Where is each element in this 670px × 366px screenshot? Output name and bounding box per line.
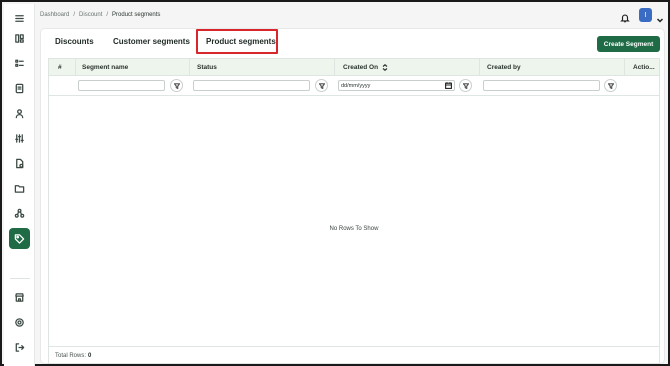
logout-icon[interactable] xyxy=(9,337,30,358)
file-icon[interactable] xyxy=(9,153,30,174)
settings-icon[interactable] xyxy=(9,312,30,333)
top-bar: Dashboard / Discount / Product segments I xyxy=(35,4,670,28)
app-frame: Dashboard / Discount / Product segments I Di… xyxy=(0,0,670,366)
tab-bar: Discounts Customer segments Product segm… xyxy=(41,29,664,57)
dashboard-icon[interactable] xyxy=(9,28,30,49)
sliders-icon[interactable] xyxy=(9,128,30,149)
created-by-filter-input[interactable] xyxy=(483,80,600,91)
breadcrumb-current: Product segments xyxy=(112,12,161,18)
avatar[interactable]: I xyxy=(639,8,652,22)
filter-icon[interactable] xyxy=(170,79,183,92)
breadcrumb-dashboard[interactable]: Dashboard xyxy=(40,12,69,18)
menu-icon[interactable] xyxy=(9,8,30,29)
bell-icon[interactable] xyxy=(620,10,630,23)
tab-customer-segments[interactable]: Customer segments xyxy=(113,37,190,46)
filter-row: dd/mm/yyyy xyxy=(49,76,659,96)
column-header-created-by[interactable]: Created by xyxy=(487,59,521,76)
store-icon[interactable] xyxy=(9,287,30,308)
chevron-down-icon[interactable] xyxy=(656,11,664,23)
filter-icon[interactable] xyxy=(459,79,472,92)
main-card: Discounts Customer segments Product segm… xyxy=(40,28,665,364)
created-on-date-input[interactable]: dd/mm/yyyy xyxy=(338,80,455,91)
breadcrumb-separator: / xyxy=(73,12,76,18)
column-header-index[interactable]: # xyxy=(58,59,62,76)
sidebar xyxy=(4,4,35,366)
folder-icon[interactable] xyxy=(9,178,30,199)
create-segment-button[interactable]: Create Segment xyxy=(597,36,660,52)
tag-icon[interactable] xyxy=(9,228,30,249)
breadcrumb: Dashboard / Discount / Product segments xyxy=(40,12,160,18)
customers-icon[interactable] xyxy=(9,103,30,124)
column-header-created-on-label: Created On xyxy=(343,64,379,71)
list-icon[interactable] xyxy=(9,53,30,74)
sidebar-divider xyxy=(10,278,30,279)
breadcrumb-discount[interactable]: Discount xyxy=(79,12,102,18)
sort-icon[interactable] xyxy=(382,64,388,71)
filter-icon[interactable] xyxy=(315,79,328,92)
column-header-status[interactable]: Status xyxy=(197,59,217,76)
column-header-actions[interactable]: Actio... xyxy=(633,59,655,76)
grid-header: # Segment name Status Created On Created… xyxy=(49,59,659,76)
empty-state-message: No Rows To Show xyxy=(329,226,379,232)
status-filter-input[interactable] xyxy=(193,80,310,91)
orders-icon[interactable] xyxy=(9,78,30,99)
tab-product-segments[interactable]: Product segments xyxy=(206,37,276,46)
total-rows-label: Total Rows: xyxy=(55,353,87,359)
column-header-created-on[interactable]: Created On xyxy=(343,59,388,76)
tab-discounts[interactable]: Discounts xyxy=(55,37,94,46)
segments-grid: # Segment name Status Created On Created… xyxy=(48,58,660,364)
segment-name-filter-input[interactable] xyxy=(78,80,165,91)
date-placeholder: dd/mm/yyyy xyxy=(341,82,371,89)
breadcrumb-separator: / xyxy=(106,12,109,18)
grid-footer: Total Rows: 0 xyxy=(49,346,659,365)
calendar-icon[interactable] xyxy=(445,82,452,89)
network-icon[interactable] xyxy=(9,203,30,224)
total-rows-count: 0 xyxy=(88,353,92,359)
column-header-segment-name[interactable]: Segment name xyxy=(82,59,128,76)
filter-icon[interactable] xyxy=(604,79,617,92)
